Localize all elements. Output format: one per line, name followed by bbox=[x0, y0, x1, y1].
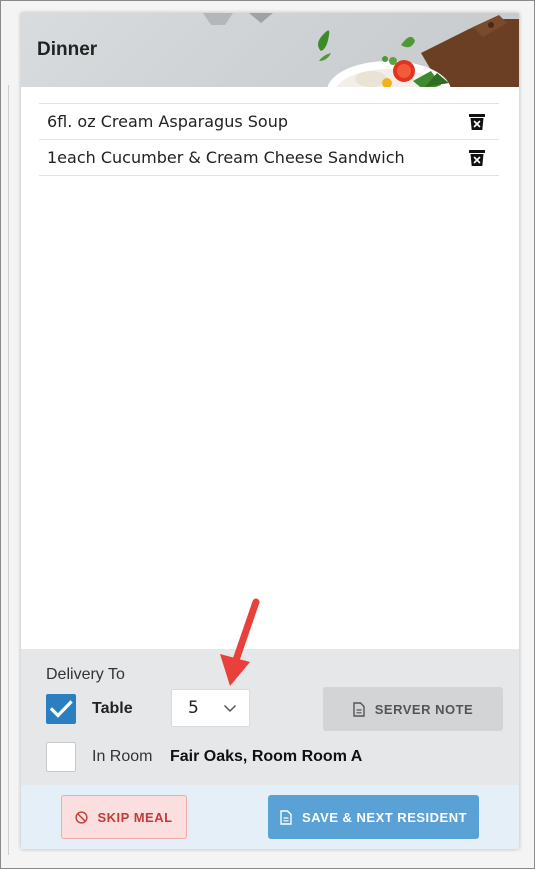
trash-icon[interactable] bbox=[467, 148, 487, 168]
table-checkbox[interactable] bbox=[46, 694, 76, 724]
delivery-section: Delivery To Table 5 SERVER NOTE In Room … bbox=[21, 649, 519, 849]
save-next-resident-label: SAVE & NEXT RESIDENT bbox=[301, 809, 468, 825]
delivery-label: Delivery To bbox=[46, 666, 125, 683]
in-room-label: In Room bbox=[92, 748, 153, 765]
document-icon bbox=[353, 701, 365, 717]
table-number-value: 5 bbox=[188, 698, 199, 718]
meal-item-label: 6fl. oz Cream Asparagus Soup bbox=[47, 112, 289, 131]
skip-meal-button[interactable]: SKIP MEAL bbox=[61, 795, 187, 839]
meal-item-list: 6fl. oz Cream Asparagus Soup 1each Cucum… bbox=[39, 103, 499, 176]
action-bar: SKIP MEAL SAVE & NEXT RESIDENT bbox=[21, 785, 519, 849]
meal-header: Dinner bbox=[21, 13, 519, 87]
no-entry-icon bbox=[75, 810, 89, 824]
document-icon bbox=[280, 809, 292, 825]
checkmark-icon bbox=[49, 700, 73, 718]
skip-meal-label: SKIP MEAL bbox=[97, 809, 173, 825]
list-item: 1each Cucumber & Cream Cheese Sandwich bbox=[39, 140, 499, 176]
chevron-down-icon bbox=[223, 704, 237, 713]
table-label: Table bbox=[92, 700, 133, 717]
meal-panel: Dinner 6fl. oz Cream Asparagus Soup 1eac… bbox=[21, 13, 519, 849]
server-note-label: SERVER NOTE bbox=[374, 701, 474, 717]
meal-title: Dinner bbox=[37, 39, 98, 60]
annotation-arrow-icon bbox=[220, 598, 260, 686]
room-location: Fair Oaks, Room Room A bbox=[170, 748, 363, 765]
server-note-button[interactable]: SERVER NOTE bbox=[323, 687, 503, 731]
table-number-select[interactable]: 5 bbox=[171, 689, 250, 727]
background-panel-edge bbox=[8, 85, 9, 855]
in-room-checkbox[interactable] bbox=[46, 742, 76, 772]
meal-item-label: 1each Cucumber & Cream Cheese Sandwich bbox=[47, 148, 405, 167]
list-item: 6fl. oz Cream Asparagus Soup bbox=[39, 104, 499, 140]
save-next-resident-button[interactable]: SAVE & NEXT RESIDENT bbox=[268, 795, 479, 839]
trash-icon[interactable] bbox=[467, 112, 487, 132]
